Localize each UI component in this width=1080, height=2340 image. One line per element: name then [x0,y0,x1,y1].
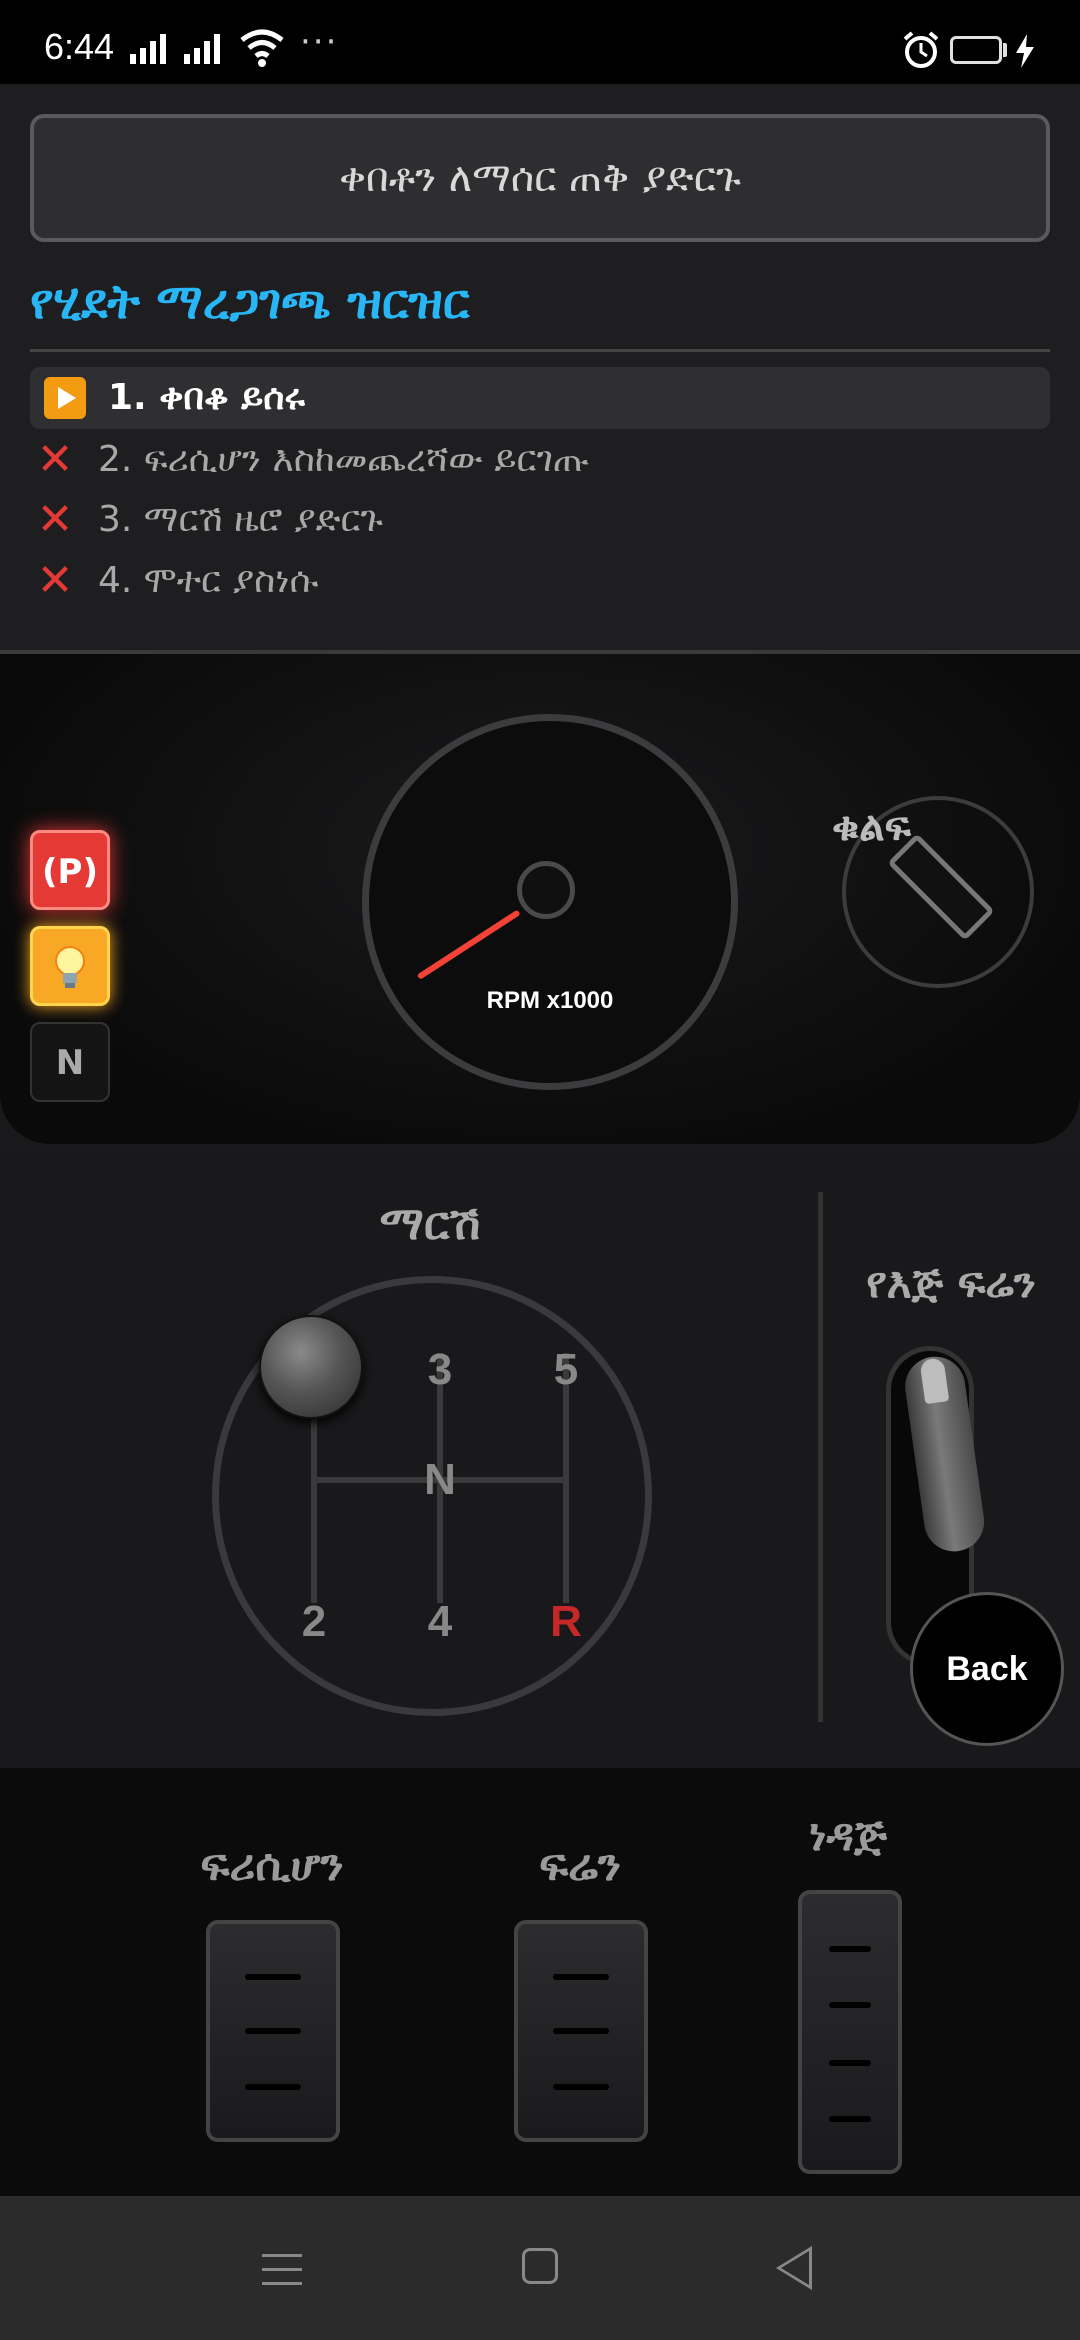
status-bar: 6:44 ··· 44 [0,0,1080,84]
rpm-needle [416,909,521,980]
gas-pedal[interactable] [798,1890,902,2174]
handbrake-lever[interactable] [901,1352,988,1556]
lightbulb-icon [55,946,85,988]
gauge-hub [517,861,575,919]
clutch-label: ፍሪሲሆን [200,1840,344,1891]
brake-pedal[interactable] [514,1920,648,2142]
battery-icon: 44 [950,36,1002,64]
gear-gate[interactable]: 3 5 N 2 4 R [212,1276,652,1716]
gear-5[interactable]: 5 [536,1345,596,1395]
charging-icon [1016,34,1034,68]
play-icon [44,377,86,419]
handbrake-grip [919,1357,950,1405]
cross-icon: ✕ [36,434,74,485]
back-button[interactable]: Back [910,1592,1064,1746]
dashboard: (P) N RPM x1000 ቁልፍ [0,654,1080,1144]
vertical-divider [818,1192,823,1722]
home-icon[interactable] [522,2248,558,2284]
status-time: 6:44 [44,26,115,67]
checklist-step-4: ✕ 4. ሞተር ያስነሱ [30,550,1050,612]
signal-icon [130,34,166,64]
parking-brake-indicator: (P) [30,830,110,910]
start-car-button[interactable]: ቀበቶን ለማሰር ጠቅ ያድርጉ [30,114,1050,242]
gear-title: ማርሽ [379,1196,481,1250]
battery-cap [1003,43,1007,57]
checklist-title: የሂደት ማረጋገጫ ዝርዝር [30,274,470,330]
gear-neutral[interactable]: N [410,1455,470,1505]
rpm-gauge: RPM x1000 [362,714,738,1090]
gear-2[interactable]: 2 [284,1597,344,1647]
divider [30,349,1050,352]
checklist-step-2: ✕ 2. ፍሪሲሆን እስከመጨረሻው ይርገጡ [30,429,1050,491]
step-label: 2. ፍሪሲሆን እስከመጨረሻው ይርገጡ [98,439,590,480]
neutral-indicator: N [30,1022,110,1102]
gear-4[interactable]: 4 [410,1597,470,1647]
wifi-icon [240,29,284,67]
rpm-label: RPM x1000 [486,987,614,1014]
alarm-icon [903,31,939,68]
more-notifications-icon: ··· [300,22,339,62]
cross-icon: ✕ [36,555,74,606]
gear-knob[interactable] [259,1315,363,1419]
gear-3[interactable]: 3 [410,1345,470,1395]
checklist-panel: ቀበቶን ለማሰር ጠቅ ያድርጉ የሂደት ማረጋገጫ ዝርዝር 1. ቀበቆ… [0,84,1080,652]
cross-icon: ✕ [36,494,74,545]
clutch-pedal[interactable] [206,1920,340,2142]
step-label: 1. ቀበቆ ይሰሩ [108,377,305,418]
signal-icon-2 [184,34,220,64]
handbrake-title: የእጅ ፍሬን [866,1258,1036,1307]
checklist-step-1: 1. ቀበቆ ይሰሩ [30,367,1050,429]
system-nav-bar [0,2196,1080,2340]
step-label: 3. ማርሽ ዜሮ ያድርጉ [98,499,384,540]
brake-label: ፍሬን [539,1840,621,1891]
key-label: ቁልፍ [832,804,911,850]
recent-apps-icon[interactable] [262,2254,302,2296]
pedals-section: ፍሪሲሆን ፍሬን ነዳጅ [0,1768,1080,2196]
step-label: 4. ሞተር ያስነሱ [98,560,319,601]
gear-shifter-section: ማርሽ 3 5 N 2 4 R የእጅ ፍሬን Back [0,1146,1080,1768]
back-nav-inner [781,2251,809,2285]
headlight-indicator[interactable] [30,926,110,1006]
gear-reverse[interactable]: R [536,1597,596,1647]
gas-label: ነዳጅ [809,1810,887,1861]
checklist-step-3: ✕ 3. ማርሽ ዜሮ ያድርጉ [30,489,1050,551]
